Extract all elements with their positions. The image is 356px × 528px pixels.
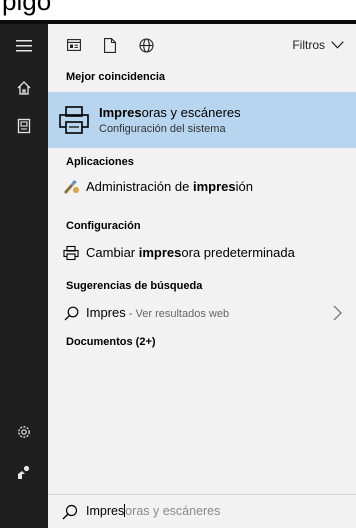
filters-dropdown[interactable]: Filtros [292, 36, 344, 54]
search-icon [62, 504, 78, 520]
search-results-panel: Filtros Mejor coincidencia Impresoras y … [48, 24, 356, 494]
hamburger-menu-button[interactable] [0, 26, 48, 66]
search-typed-text: Impres [86, 504, 125, 518]
left-rail [0, 24, 48, 528]
best-match-subtitle: Configuración del sistema [99, 123, 226, 135]
settings-gear-icon [18, 426, 30, 438]
web-suggestion-label: Impres - Ver resultados web [86, 305, 230, 320]
apps-filter-button[interactable] [64, 35, 84, 55]
search-input[interactable]: Impresoras y escáneres [86, 504, 220, 518]
settings-result-label: Cambiar impresora predeterminada [86, 245, 295, 260]
app-result-print-management[interactable]: Administración de impresión [48, 174, 356, 200]
filters-label: Filtros [292, 38, 325, 52]
search-icon [64, 306, 78, 320]
app-result-label: Administración de impresión [86, 179, 253, 194]
printer-small-icon-wrap [62, 244, 80, 262]
search-box[interactable]: Impresoras y escáneres [48, 494, 356, 528]
notebook-button[interactable] [0, 106, 48, 146]
apps-filter-icon [67, 39, 81, 51]
home-icon [17, 81, 31, 95]
search-icon-wrap [62, 304, 80, 322]
search-autocomplete-hint: oras y escáneres [125, 504, 221, 518]
section-apps: Aplicaciones [66, 156, 134, 168]
home-button[interactable] [0, 68, 48, 108]
feedback-icon [18, 465, 30, 479]
documents-filter-button[interactable] [100, 35, 120, 55]
section-suggestions: Sugerencias de búsqueda [66, 280, 203, 292]
print-management-icon-wrap [62, 178, 80, 196]
settings-button[interactable] [0, 412, 48, 452]
printer-small-icon [63, 245, 79, 261]
notebook-icon [17, 118, 31, 134]
section-documents[interactable]: Documentos (2+) [66, 336, 156, 348]
section-settings: Configuración [66, 220, 141, 232]
filter-toolbar: Filtros [48, 24, 356, 66]
background-text-fragment: pigo [2, 0, 52, 16]
print-management-icon [64, 180, 79, 194]
web-filter-button[interactable] [136, 35, 156, 55]
feedback-button[interactable] [0, 452, 48, 492]
settings-result-default-printer[interactable]: Cambiar impresora predeterminada [48, 240, 356, 266]
section-best-match: Mejor coincidencia [66, 71, 166, 83]
best-match-title: Impresoras y escáneres [99, 105, 241, 120]
chevron-right-icon [333, 305, 342, 321]
printer-icon [59, 106, 89, 134]
hamburger-menu-icon [16, 40, 32, 52]
best-match-result[interactable]: Impresoras y escáneres Configuración del… [48, 92, 356, 148]
web-suggestion-result[interactable]: Impres - Ver resultados web [48, 300, 356, 326]
web-filter-icon [138, 37, 154, 53]
chevron-down-icon [331, 41, 344, 49]
documents-filter-icon [104, 37, 116, 53]
